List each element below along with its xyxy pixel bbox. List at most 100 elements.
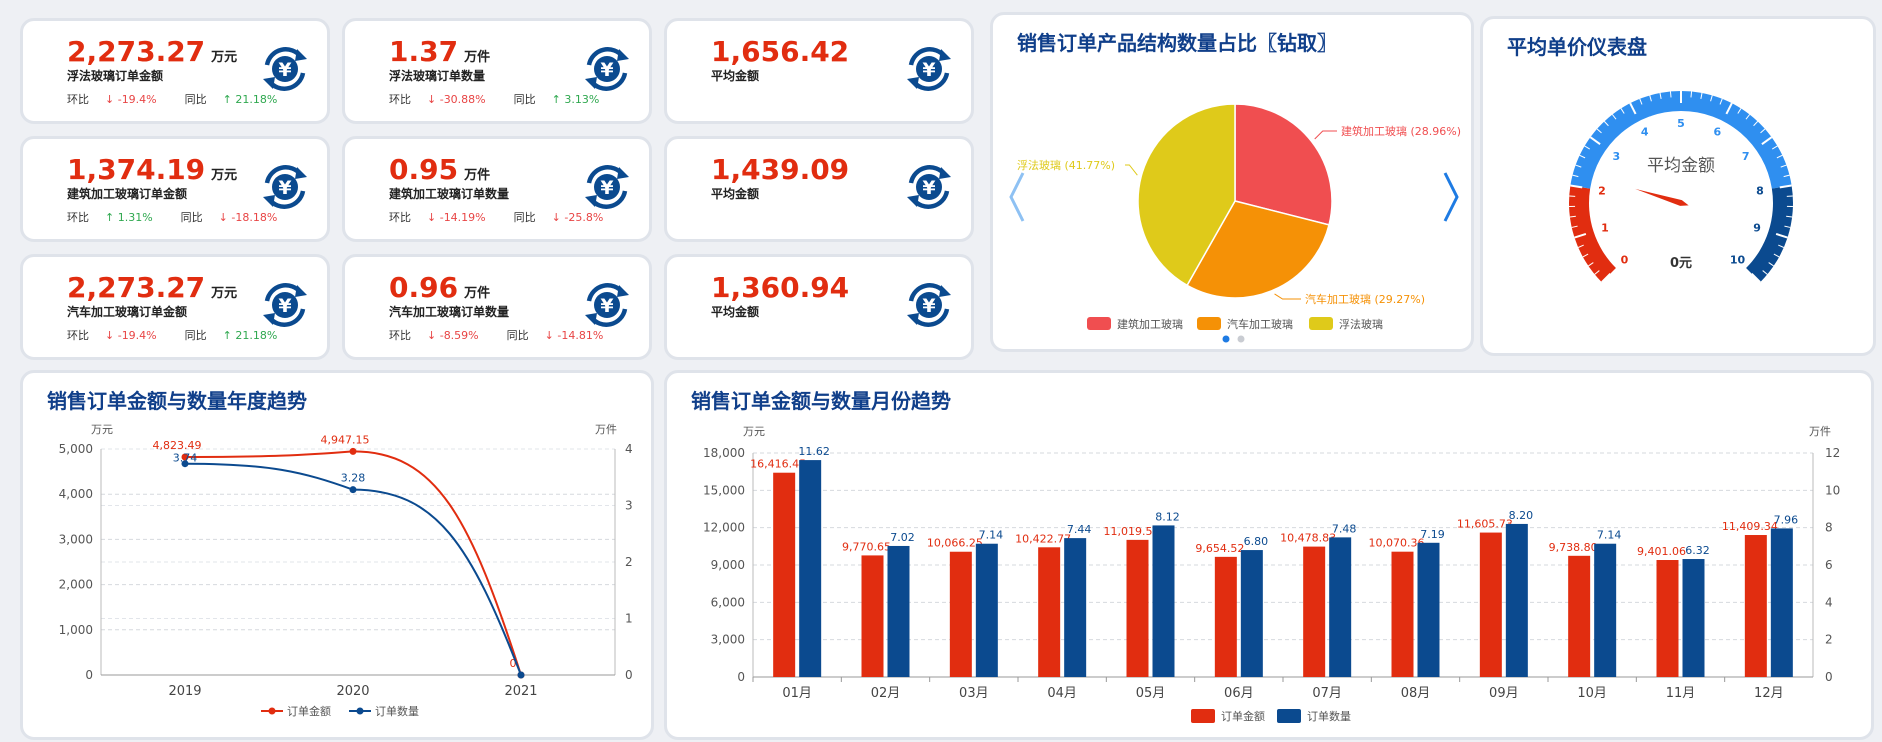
- pie-label-line: [1314, 130, 1337, 140]
- kpi-label: 浮法玻璃订单金额: [67, 69, 164, 83]
- x-tick-label: 2019: [168, 684, 201, 699]
- gauge-tick-label: 7: [1742, 150, 1750, 163]
- legend-swatch[interactable]: [1191, 709, 1215, 723]
- data-label: 7.44: [1067, 523, 1092, 536]
- data-label: 9,401.06: [1637, 545, 1686, 558]
- mom-value: ↓ -8.59%: [427, 329, 479, 342]
- x-tick-label: 01月: [782, 686, 812, 701]
- pie-label-line: [1125, 164, 1138, 176]
- y-right-tick: 12: [1825, 446, 1840, 460]
- kpi-unit: 万元: [211, 168, 238, 183]
- bar: [1417, 542, 1440, 677]
- gauge-tick-label: 8: [1756, 184, 1764, 197]
- x-tick-label: 08月: [1401, 686, 1431, 701]
- pie-label-line: [1274, 293, 1301, 300]
- yoy-label: 同比: [184, 93, 207, 106]
- kpi-value: 1,656.42: [711, 35, 850, 68]
- data-label: 9,654.52: [1195, 542, 1244, 555]
- data-point: [349, 486, 357, 494]
- legend-label: 订单数量: [375, 705, 419, 718]
- bar: [773, 472, 796, 677]
- legend-marker: [356, 707, 364, 715]
- yuan-cycle-icon: ¥: [585, 283, 629, 327]
- legend-label: 订单金额: [287, 704, 331, 718]
- gauge-tick: [1669, 91, 1672, 98]
- kpi-card: 0.95 万件 建筑加工玻璃订单数量 环比 ↓ -14.19% 同比 ↓ -25.8% ¥: [342, 136, 652, 242]
- chevron-left-icon[interactable]: [1009, 172, 1025, 222]
- bar: [1152, 525, 1175, 677]
- svg-text:¥: ¥: [600, 59, 613, 81]
- kpi-label: 平均金额: [711, 187, 760, 201]
- gauge-band: [1569, 185, 1616, 283]
- pie-chart[interactable]: 建筑加工玻璃 (28.96%) 汽车加工玻璃 (29.27%) 浮法玻璃 (41.7…: [993, 15, 1471, 349]
- data-label: 6.32: [1685, 544, 1710, 557]
- bar: [1126, 539, 1149, 677]
- chevron-right-icon[interactable]: [1443, 172, 1459, 222]
- kpi-label: 浮法玻璃订单数量: [389, 69, 486, 83]
- legend-swatch[interactable]: [1197, 317, 1221, 330]
- kpi-label: 平均金额: [711, 69, 760, 83]
- page-dot: [1237, 335, 1245, 343]
- year-trend-panel: 销售订单金额与数量年度趋势 0 1,000 2,000 3,000 4,000 5,000…: [20, 370, 654, 740]
- y-right-unit: 万件: [1809, 425, 1831, 438]
- legend-label: 汽车加工玻璃: [1227, 317, 1293, 331]
- y-right-tick: 10: [1825, 483, 1840, 497]
- data-label: 11.62: [798, 445, 830, 458]
- bar: [949, 551, 972, 677]
- y-right-tick: 2: [1825, 633, 1833, 647]
- yoy-label: 同比: [513, 93, 536, 106]
- bar: [799, 460, 822, 677]
- kpi-card: 1,439.09 平均金额 ¥: [664, 136, 974, 242]
- legend-swatch[interactable]: [1277, 709, 1301, 723]
- data-label: 8.12: [1155, 510, 1180, 523]
- x-tick-label: 12月: [1754, 686, 1784, 701]
- legend-label: 订单数量: [1307, 710, 1351, 723]
- yuan-cycle-icon: ¥: [907, 283, 951, 327]
- x-tick-label: 07月: [1312, 686, 1342, 701]
- y-right-tick: 0: [625, 668, 633, 682]
- data-label: 7.96: [1774, 513, 1799, 526]
- bar: [1505, 523, 1528, 677]
- kpi-unit: 万元: [211, 286, 238, 301]
- kpi-label: 建筑加工玻璃订单数量: [389, 187, 510, 201]
- gauge-tick-label: 6: [1713, 126, 1721, 139]
- data-label: 7.02: [890, 531, 915, 544]
- mom-value: ↑ 1.31%: [105, 211, 153, 224]
- y-right-tick: 3: [625, 499, 633, 513]
- yuan-cycle-icon: ¥: [263, 165, 307, 209]
- bar: [1240, 550, 1263, 677]
- data-point: [517, 671, 525, 679]
- bar: [975, 543, 998, 677]
- x-tick-label: 11月: [1666, 686, 1696, 701]
- data-label: 11,605.73: [1457, 518, 1513, 531]
- pie-slice-label: 建筑加工玻璃 (28.96%): [1341, 124, 1461, 138]
- gauge-tick-label: 9: [1753, 222, 1761, 235]
- bar: [887, 545, 910, 677]
- kpi-value: 2,273.27 万元: [67, 35, 238, 68]
- data-label: 10,070.36: [1369, 537, 1425, 550]
- y-right-tick: 1: [625, 612, 633, 626]
- data-label: 16,416.45: [750, 458, 806, 471]
- series-line: [184, 462, 522, 676]
- svg-text:¥: ¥: [922, 295, 935, 317]
- y-left-unit: 万元: [743, 425, 765, 438]
- data-label: 4,823.49: [153, 439, 202, 452]
- data-label: 11,409.34: [1722, 520, 1778, 533]
- x-tick-label: 04月: [1047, 686, 1077, 701]
- kpi-value: 2,273.27 万元: [67, 271, 238, 304]
- svg-text:¥: ¥: [922, 59, 935, 81]
- mom-label: 环比: [389, 329, 411, 342]
- gauge-tick-label: 2: [1598, 184, 1606, 197]
- kpi-card: 2,273.27 万元 汽车加工玻璃订单金额 环比 ↓ -19.4% 同比 ↑ 21.18%…: [20, 254, 330, 360]
- mom-label: 环比: [67, 329, 89, 342]
- bar: [1303, 546, 1326, 677]
- data-label: 7.48: [1332, 522, 1357, 535]
- x-tick-label: 2020: [336, 684, 369, 699]
- yoy-label: 同比: [513, 211, 536, 224]
- kpi-value: 1,439.09: [711, 153, 850, 186]
- mom-label: 环比: [389, 93, 411, 106]
- mom-label: 环比: [67, 211, 89, 224]
- legend-swatch[interactable]: [1309, 317, 1333, 330]
- yoy-label: 同比: [180, 211, 203, 224]
- legend-swatch[interactable]: [1087, 317, 1111, 330]
